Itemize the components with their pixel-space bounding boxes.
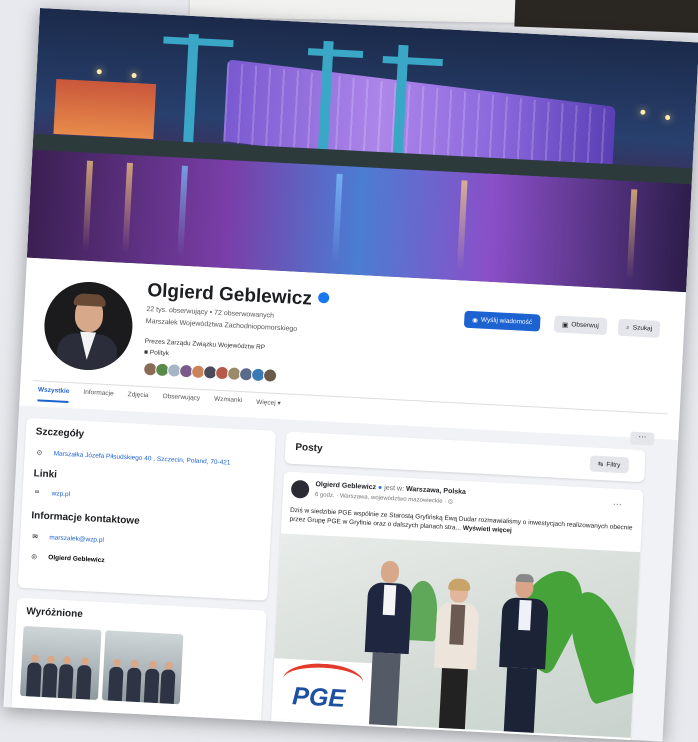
search-icon: ⌕ <box>625 323 630 331</box>
location-icon: ⊙ <box>36 449 43 457</box>
email-icon: ✉ <box>32 533 38 541</box>
background-photo-corner <box>514 0 698 34</box>
messenger-icon: ◉ <box>472 316 479 324</box>
follower-avatars[interactable] <box>142 361 278 383</box>
facebook-profile-page: Olgierd Geblewicz 22 tys. obserwujący • … <box>3 8 698 742</box>
see-more-link[interactable]: Wyświetl więcej <box>463 525 512 535</box>
send-message-label: Wyślij wiadomość <box>480 316 533 327</box>
post-location-prefix: jest w: <box>383 484 405 493</box>
featured-thumbnail-1[interactable] <box>19 625 102 700</box>
contact-title: Informacje kontaktowe <box>31 510 140 527</box>
filter-button[interactable]: ⇆ Filtry <box>589 455 629 474</box>
follow-icon: ▣ <box>561 321 569 329</box>
post-menu-button[interactable]: ··· <box>613 499 623 509</box>
search-label: Szukaj <box>632 324 653 333</box>
links-title: Linki <box>33 468 58 481</box>
tab-mentions[interactable]: Wzmianki <box>214 396 242 412</box>
profile-name: Olgierd Geblewicz <box>146 280 313 310</box>
featured-thumbnail-2[interactable] <box>101 630 184 705</box>
send-message-button[interactable]: ◉ Wyślij wiadomość <box>463 310 541 332</box>
category-label: Polityk <box>149 349 170 358</box>
profile-role: Marszałek Województwa Zachodniopomorskie… <box>145 317 298 333</box>
tab-followers[interactable]: Obserwujący <box>162 393 200 410</box>
posts-title: Posty <box>295 441 323 455</box>
tab-info[interactable]: Informacje <box>83 389 114 406</box>
details-card: Szczegóły ⊙ Marszałka Józefa Piłsudskieg… <box>17 417 277 601</box>
filter-icon: ⇆ <box>597 460 604 469</box>
address-link[interactable]: Marszałka Józefa Piłsudskiego 40 , Szcze… <box>54 450 231 466</box>
messenger-row: ◎ Olgierd Geblewicz <box>31 552 105 565</box>
cover-photo <box>26 8 698 293</box>
avatar[interactable] <box>39 276 138 376</box>
details-title: Szczegóły <box>35 426 85 440</box>
post-author[interactable]: Olgierd Geblewicz <box>315 481 376 491</box>
link-icon: ∞ <box>34 488 40 496</box>
post-verified-icon: ● <box>377 484 383 492</box>
website-row: ∞ wzp.pl <box>34 488 70 499</box>
search-button[interactable]: ⌕ Szukaj <box>617 318 661 338</box>
featured-card: Wyróżnione <box>10 597 267 731</box>
pge-logo: PGE <box>291 682 346 713</box>
verified-icon <box>317 292 330 304</box>
email-link[interactable]: marszalek@wzp.pl <box>49 534 104 544</box>
address-row: ⊙ Marszałka Józefa Piłsudskiego 40 , Szc… <box>36 448 231 467</box>
tab-more[interactable]: Więcej ▾ <box>256 398 281 414</box>
tab-all[interactable]: Wszystkie <box>37 386 70 404</box>
messenger-name[interactable]: Olgierd Geblewicz <box>48 554 105 564</box>
profile-category: ■ Polityk <box>144 349 169 357</box>
email-row: ✉ marszalek@wzp.pl <box>32 532 104 545</box>
followers-stats[interactable]: 22 tys. obserwujący • 72 obserwowanych <box>146 306 274 320</box>
filter-label: Filtry <box>606 460 621 469</box>
post-photo[interactable]: PGE <box>271 533 641 738</box>
follow-label: Obserwuj <box>571 321 599 330</box>
post-text: Dziś w siedzibie PGE wspólnie ze Starost… <box>289 506 633 532</box>
post-card: Olgierd Geblewicz ● jest w: Warszawa, Po… <box>270 471 644 742</box>
website-link[interactable]: wzp.pl <box>51 490 70 498</box>
follow-button[interactable]: ▣ Obserwuj <box>553 315 608 336</box>
post-author-avatar[interactable] <box>290 479 310 499</box>
post-location[interactable]: Warszawa, Polska <box>406 486 466 496</box>
featured-title: Wyróżnione <box>26 606 84 621</box>
tab-photos[interactable]: Zdjęcia <box>127 391 148 407</box>
more-options-button[interactable]: ··· <box>629 431 655 446</box>
messenger-contact-icon: ◎ <box>31 553 38 561</box>
